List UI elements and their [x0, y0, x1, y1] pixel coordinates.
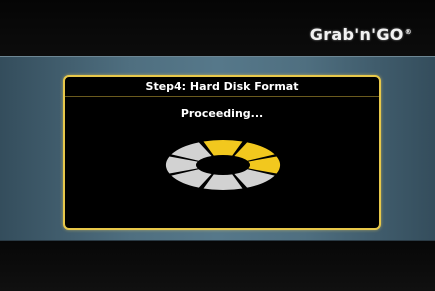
- dialog-title: Step4: Hard Disk Format: [65, 77, 379, 97]
- format-screen: Grab'n'GO® Step4: Hard Disk Format Proce…: [0, 0, 435, 291]
- format-dialog: Step4: Hard Disk Format Proceeding...: [63, 75, 381, 230]
- top-bar: Grab'n'GO®: [0, 0, 435, 56]
- brand-logo-text: Grab'n'GO: [309, 25, 404, 44]
- status-text: Proceeding...: [180, 107, 264, 120]
- progress-spinner-icon: [166, 140, 280, 190]
- trademark-symbol: ®: [404, 28, 412, 36]
- spinner-segment-inactive: [203, 174, 243, 190]
- bottom-bar: [0, 241, 435, 291]
- brand-logo: Grab'n'GO®: [310, 26, 412, 44]
- spinner-segment-active: [203, 140, 243, 156]
